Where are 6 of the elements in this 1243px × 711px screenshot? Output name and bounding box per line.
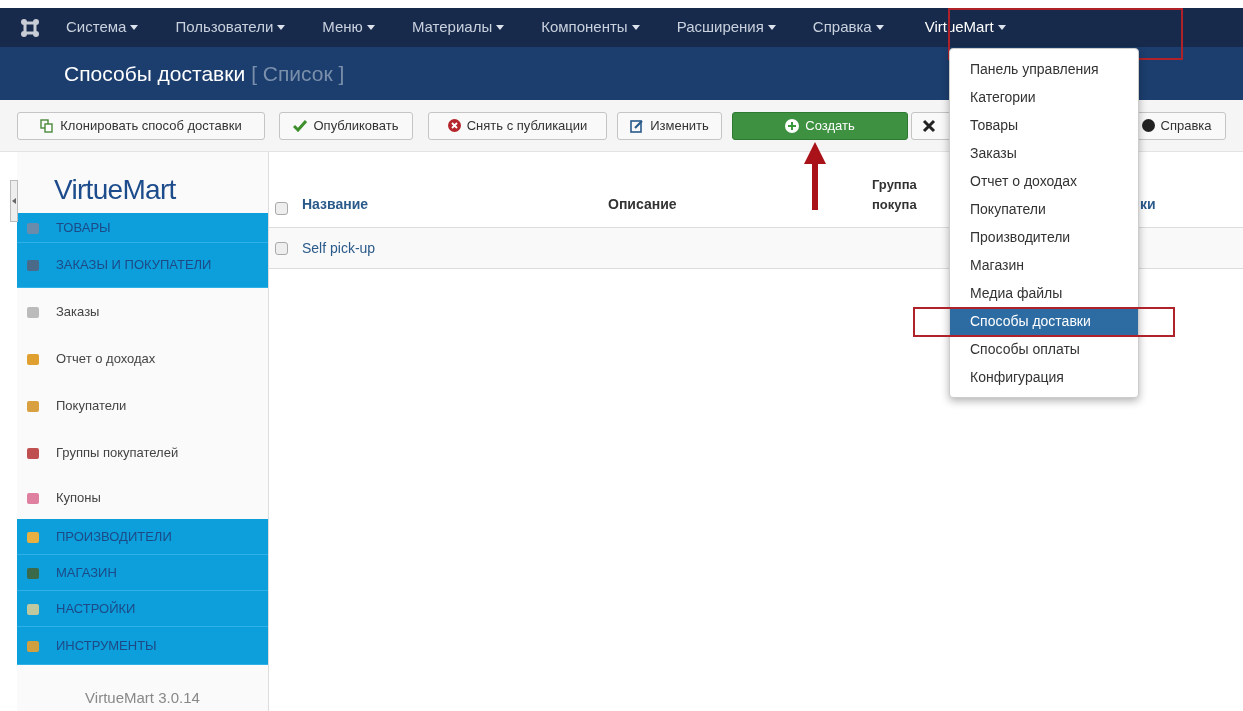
page-subtitle: [ Список ] (251, 60, 345, 87)
page-title: Способы доставки (64, 60, 246, 87)
virtuemart-logo: VirtueMart (54, 173, 176, 207)
column-header: Описание (608, 195, 677, 214)
column-header: Группа покупа (872, 176, 918, 214)
version-label: VirtueMart 3.0.14 (85, 688, 200, 708)
